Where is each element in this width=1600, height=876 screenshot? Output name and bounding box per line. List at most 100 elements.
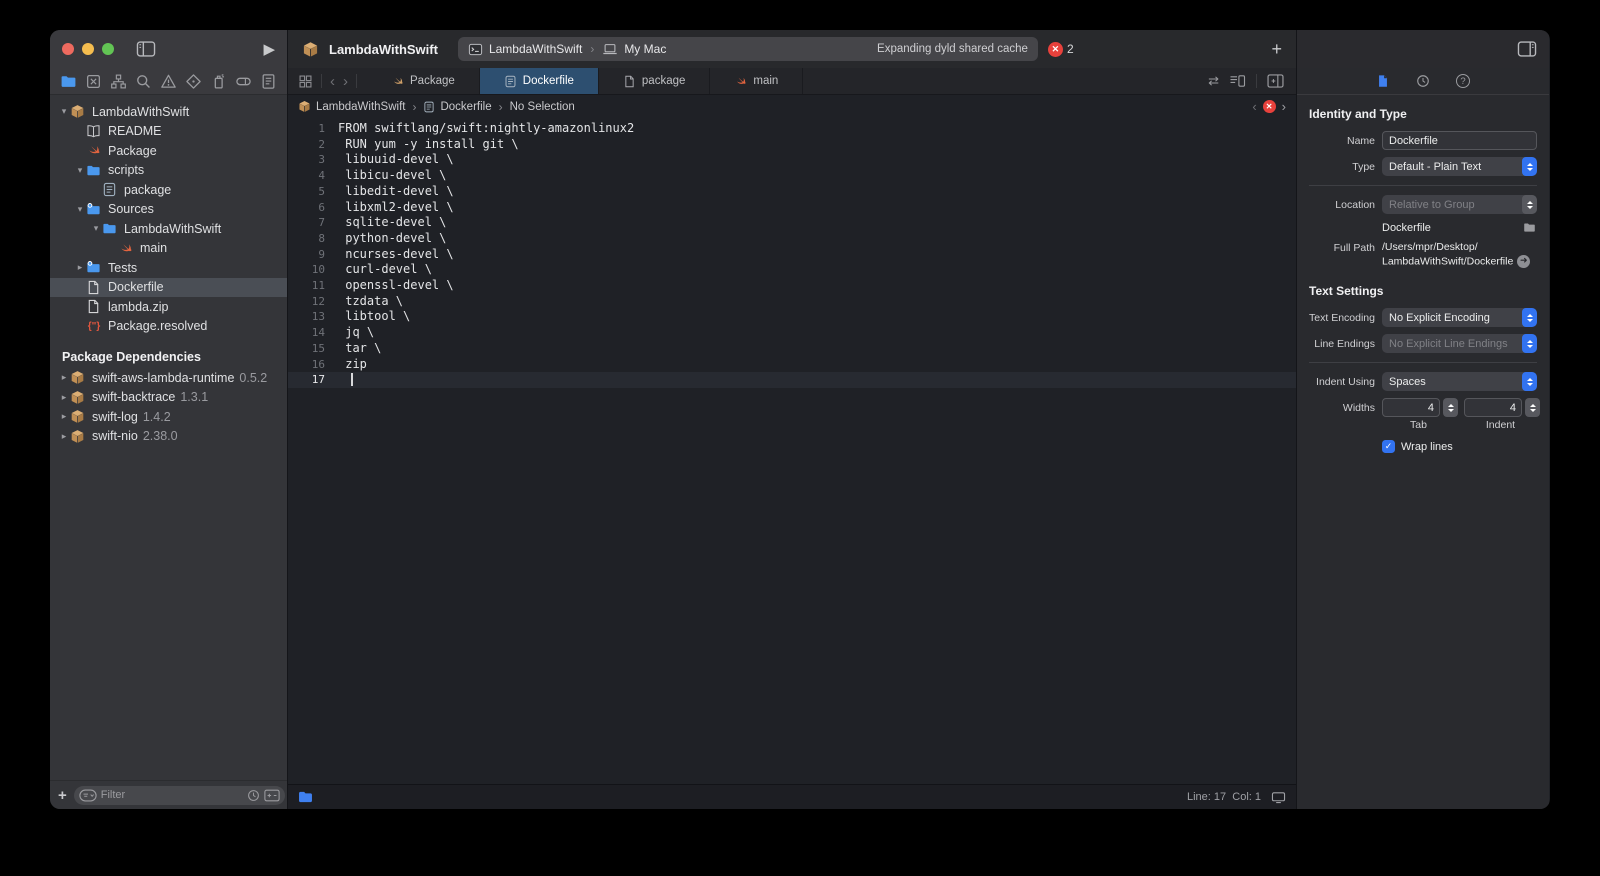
- previous-issue-icon[interactable]: ‹: [1252, 99, 1256, 114]
- editor-display-icon[interactable]: [1271, 791, 1286, 804]
- code-line-current[interactable]: 17: [288, 372, 1296, 388]
- file-indicator-icon[interactable]: [298, 791, 313, 803]
- next-issue-icon[interactable]: ›: [1282, 99, 1286, 114]
- quick-help-inspector-icon[interactable]: ?: [1456, 74, 1470, 88]
- source-editor[interactable]: 1FROM swiftlang/swift:nightly-amazonlinu…: [288, 118, 1296, 784]
- code-line[interactable]: 11 openssl-devel \: [288, 278, 1296, 294]
- tree-item-readme[interactable]: README: [50, 122, 287, 142]
- wrap-lines-control[interactable]: ✓ Wrap lines: [1382, 440, 1453, 453]
- error-badge-icon[interactable]: ✕: [1263, 100, 1276, 113]
- code-line[interactable]: 16 zip: [288, 357, 1296, 373]
- name-field[interactable]: Dockerfile: [1382, 131, 1537, 150]
- tab-width-field[interactable]: 4: [1382, 398, 1440, 417]
- scheme-name[interactable]: LambdaWithSwift: [489, 42, 582, 56]
- disclosure-closed-icon[interactable]: ▸: [58, 372, 70, 383]
- related-items-icon[interactable]: [298, 74, 313, 89]
- tree-item-project-root[interactable]: ▾ LambdaWithSwift: [50, 102, 287, 122]
- code-line[interactable]: 5 libedit-devel \: [288, 184, 1296, 200]
- tree-item-main[interactable]: main: [50, 239, 287, 259]
- dependency-row[interactable]: ▸ swift-log 1.4.2: [50, 407, 287, 427]
- breadcrumb-project[interactable]: LambdaWithSwift: [316, 101, 405, 113]
- dependency-row[interactable]: ▸ swift-aws-lambda-runtime 0.5.2: [50, 368, 287, 388]
- code-line[interactable]: 8 python-devel \: [288, 231, 1296, 247]
- filter-input[interactable]: [101, 789, 243, 801]
- project-navigator-icon[interactable]: [60, 73, 77, 90]
- tab-package-script[interactable]: package: [599, 68, 710, 94]
- checkbox-checked-icon[interactable]: ✓: [1382, 440, 1395, 453]
- library-button[interactable]: +: [1271, 39, 1282, 60]
- editor-layout-icon[interactable]: [1229, 74, 1246, 88]
- code-line[interactable]: 14 jq \: [288, 325, 1296, 341]
- indent-width-field[interactable]: 4: [1464, 398, 1522, 417]
- line-endings-dropdown[interactable]: No Explicit Line Endings: [1382, 334, 1537, 353]
- tree-item-package-resolved[interactable]: {"} Package.resolved: [50, 317, 287, 337]
- location-dropdown[interactable]: Relative to Group: [1382, 195, 1537, 214]
- tab-package-swift[interactable]: Package: [367, 68, 480, 94]
- tab-dockerfile-active[interactable]: Dockerfile: [480, 68, 599, 94]
- tree-item-tests[interactable]: ▸ Tests: [50, 258, 287, 278]
- type-dropdown[interactable]: Default - Plain Text: [1382, 157, 1537, 176]
- code-line[interactable]: 2 RUN yum -y install git \: [288, 137, 1296, 153]
- breakpoint-navigator-icon[interactable]: [235, 73, 252, 90]
- tree-item-dockerfile-selected[interactable]: Dockerfile: [50, 278, 287, 298]
- tree-item-sources-lambdawithswift[interactable]: ▾ LambdaWithSwift: [50, 219, 287, 239]
- stepper-icon[interactable]: [1522, 334, 1537, 353]
- disclosure-open-icon[interactable]: ▾: [58, 106, 70, 117]
- disclosure-closed-icon[interactable]: ▸: [58, 411, 70, 422]
- zoom-window-button[interactable]: [102, 43, 114, 55]
- tree-item-package-swift[interactable]: Package: [50, 141, 287, 161]
- minimize-window-button[interactable]: [82, 43, 94, 55]
- code-line[interactable]: 6 libxml2-devel \: [288, 200, 1296, 216]
- stepper-icon[interactable]: [1522, 157, 1537, 176]
- dependency-row[interactable]: ▸ swift-nio 2.38.0: [50, 427, 287, 447]
- tree-item-sources[interactable]: ▾ Sources: [50, 200, 287, 220]
- test-navigator-icon[interactable]: [185, 73, 202, 90]
- code-line[interactable]: 13 libtool \: [288, 309, 1296, 325]
- reveal-arrow-icon[interactable]: ➜: [1517, 255, 1530, 268]
- code-line[interactable]: 9 ncurses-devel \: [288, 247, 1296, 263]
- history-inspector-icon[interactable]: [1416, 74, 1430, 88]
- disclosure-closed-icon[interactable]: ▸: [58, 392, 70, 403]
- add-editor-icon[interactable]: [1267, 74, 1284, 88]
- stepper-icon[interactable]: [1522, 308, 1537, 327]
- add-file-button[interactable]: +: [58, 787, 67, 804]
- code-line[interactable]: 12 tzdata \: [288, 294, 1296, 310]
- stepper-icon[interactable]: [1522, 372, 1537, 391]
- choose-folder-icon[interactable]: [1522, 221, 1537, 234]
- forward-button[interactable]: ›: [343, 73, 348, 90]
- scheme-destination[interactable]: My Mac: [624, 42, 666, 56]
- disclosure-closed-icon[interactable]: ▸: [74, 262, 86, 273]
- disclosure-open-icon[interactable]: ▾: [90, 223, 102, 234]
- disclosure-closed-icon[interactable]: ▸: [58, 431, 70, 442]
- dependency-row[interactable]: ▸ swift-backtrace 1.3.1: [50, 388, 287, 408]
- activity-viewer[interactable]: LambdaWithSwift › My Mac Expanding dyld …: [458, 37, 1038, 61]
- report-navigator-icon[interactable]: [260, 73, 277, 90]
- filter-field[interactable]: [74, 786, 285, 805]
- filter-icon[interactable]: [79, 789, 97, 802]
- disclosure-open-icon[interactable]: ▾: [74, 165, 86, 176]
- tree-item-lambda-zip[interactable]: lambda.zip: [50, 297, 287, 317]
- toggle-right-sidebar-icon[interactable]: [1517, 41, 1537, 57]
- toggle-left-sidebar-icon[interactable]: [136, 41, 156, 57]
- symbol-navigator-icon[interactable]: [110, 73, 127, 90]
- recent-files-icon[interactable]: [247, 789, 260, 802]
- breadcrumb-file[interactable]: Dockerfile: [440, 101, 491, 113]
- tree-item-package-script[interactable]: package: [50, 180, 287, 200]
- breadcrumb-selection[interactable]: No Selection: [510, 101, 575, 113]
- debug-navigator-icon[interactable]: [210, 73, 227, 90]
- code-line[interactable]: 10 curl-devel \: [288, 262, 1296, 278]
- find-navigator-icon[interactable]: [135, 73, 152, 90]
- code-line[interactable]: 15 tar \: [288, 341, 1296, 357]
- indent-using-dropdown[interactable]: Spaces: [1382, 372, 1537, 391]
- run-button[interactable]: ▶: [263, 40, 275, 58]
- code-line[interactable]: 3 libuuid-devel \: [288, 152, 1296, 168]
- indent-width-stepper[interactable]: [1525, 398, 1540, 417]
- back-button[interactable]: ‹: [330, 73, 335, 90]
- text-encoding-dropdown[interactable]: No Explicit Encoding: [1382, 308, 1537, 327]
- tree-item-scripts[interactable]: ▾ scripts: [50, 161, 287, 181]
- tab-main-swift[interactable]: main: [710, 68, 803, 94]
- error-indicator[interactable]: ✕ 2: [1048, 42, 1074, 57]
- close-window-button[interactable]: [62, 43, 74, 55]
- file-inspector-icon[interactable]: [1376, 74, 1390, 88]
- issue-navigator-icon[interactable]: [160, 73, 177, 90]
